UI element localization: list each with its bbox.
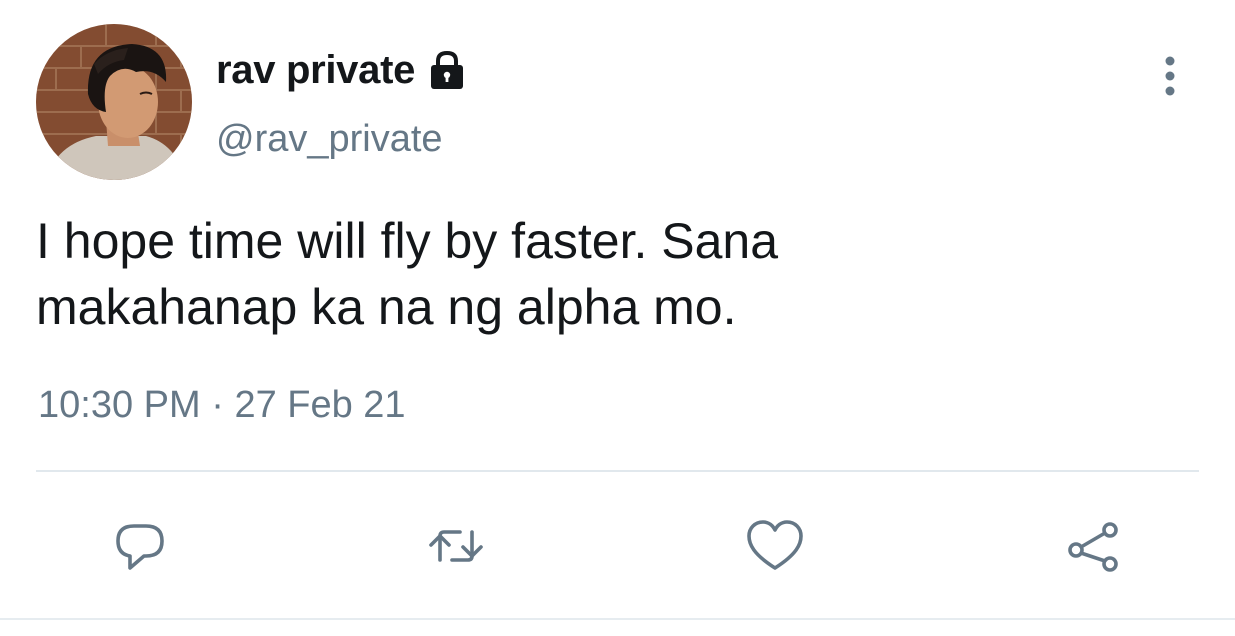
tweet-date: 27 Feb 21 [234, 384, 406, 426]
lock-icon [425, 48, 469, 92]
tweet-timestamp[interactable]: 10:30 PM · 27 Feb 21 [38, 384, 406, 427]
reply-icon [110, 516, 170, 581]
retweet-icon [424, 516, 488, 581]
retweet-button[interactable] [416, 508, 496, 588]
tweet-card: rav private @rav_private I hope time wil… [0, 0, 1235, 636]
heart-icon [743, 516, 807, 581]
meta-separator: · [200, 384, 235, 426]
avatar[interactable] [36, 24, 192, 180]
action-bar [0, 508, 1235, 588]
user-handle[interactable]: @rav_private [216, 118, 443, 161]
share-icon [1062, 516, 1126, 581]
divider [36, 470, 1199, 472]
share-button[interactable] [1054, 508, 1134, 588]
like-button[interactable] [735, 508, 815, 588]
tweet-text-line: I hope time will fly by faster. Sana [36, 213, 779, 269]
tweet-time: 10:30 PM [38, 384, 201, 426]
bottom-divider [0, 618, 1235, 620]
tweet-text-line: makahanap ka na ng alpha mo. [36, 279, 737, 335]
display-name-row: rav private [216, 42, 469, 98]
tweet-text: I hope time will fly by faster. Sana mak… [36, 208, 1186, 340]
display-name[interactable]: rav private [216, 48, 415, 93]
reply-button[interactable] [100, 508, 180, 588]
more-vertical-icon[interactable] [1152, 52, 1188, 100]
